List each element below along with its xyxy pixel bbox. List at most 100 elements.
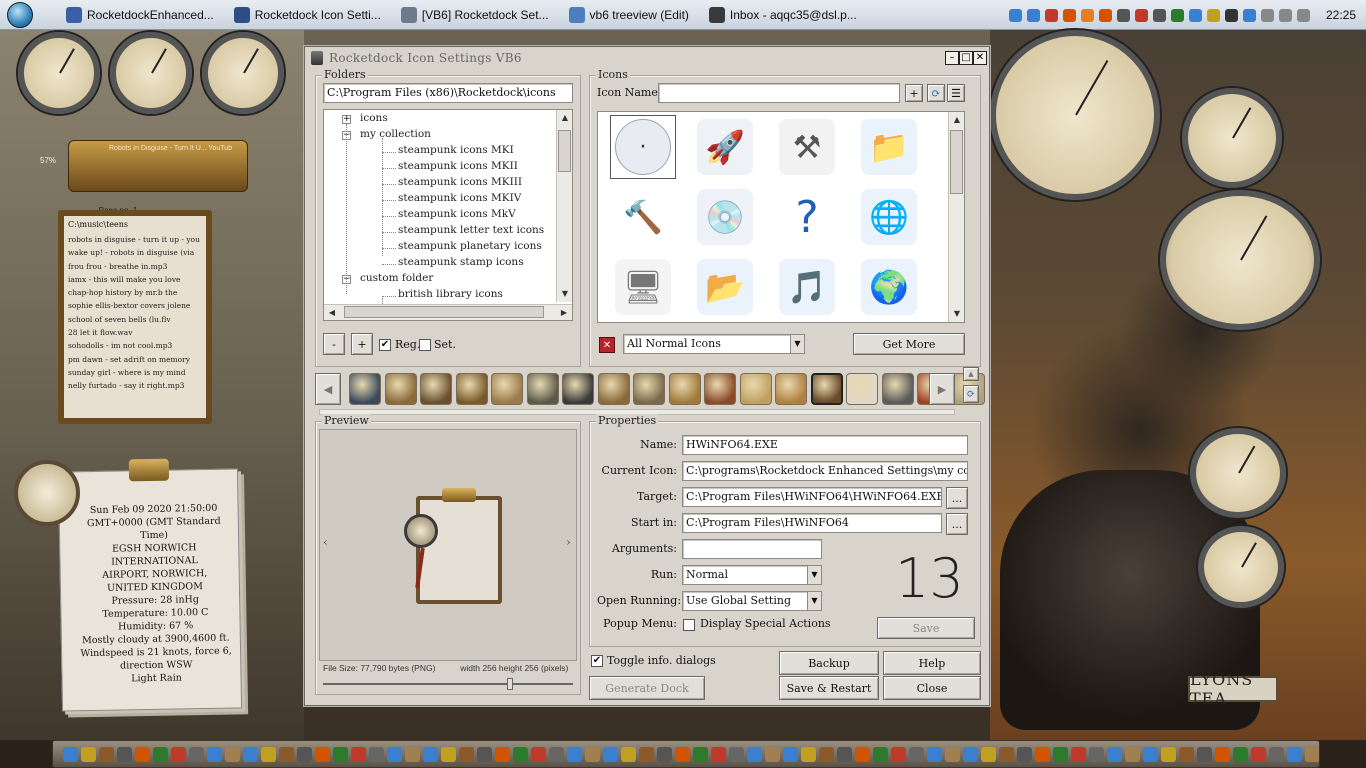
get-more-button[interactable]: Get More	[853, 333, 965, 355]
dock-app-icon[interactable]	[153, 746, 168, 762]
scroll-thumb[interactable]	[950, 130, 963, 194]
current-icon-field[interactable]: C:\programs\Rocketdock Enhanced Settings…	[682, 461, 968, 481]
arguments-field[interactable]	[682, 539, 822, 559]
dock-app-icon[interactable]	[225, 746, 240, 762]
dock-app-icon[interactable]	[1089, 746, 1104, 762]
preview-next-icon[interactable]: ›	[566, 535, 571, 549]
dock-app-icon[interactable]	[297, 746, 312, 762]
strip-thumbnail-icon[interactable]	[597, 373, 630, 405]
icon-grid-cell[interactable]: 📁	[856, 115, 922, 179]
tree-folder-item[interactable]: steampunk icons MKII	[398, 160, 518, 172]
dock-app-icon[interactable]	[1287, 746, 1302, 762]
dock-app-icon[interactable]	[1305, 746, 1319, 762]
strip-up-icon[interactable]: ▲	[963, 367, 979, 381]
tree-folder-item[interactable]: steampunk stamp icons	[398, 256, 524, 268]
add-icon-button[interactable]: +	[905, 84, 923, 102]
tray-icon[interactable]	[1224, 8, 1238, 22]
taskbar-task-button[interactable]: RocketdockEnhanced...	[60, 2, 220, 28]
dock-app-icon[interactable]	[441, 746, 456, 762]
dock-app-icon[interactable]	[945, 746, 960, 762]
strip-left-icon[interactable]: ◀	[315, 373, 341, 405]
preview-size-slider[interactable]	[323, 678, 573, 690]
strip-thumbnail-icon[interactable]	[846, 373, 878, 405]
icon-grid-cell[interactable]: ⚒	[774, 115, 840, 179]
taskbar-clock[interactable]: 22:25	[1326, 8, 1356, 22]
toggle-info-checkbox[interactable]: ✔	[591, 655, 603, 667]
dock-app-icon[interactable]	[603, 746, 618, 762]
dock-app-icon[interactable]	[909, 746, 924, 762]
close-button[interactable]: Close	[883, 676, 981, 700]
save-restart-button[interactable]: Save & Restart	[779, 676, 879, 700]
tree-folder-item[interactable]: steampunk icons MkV	[398, 208, 516, 220]
add-folder-button[interactable]: +	[351, 333, 373, 355]
dock-app-icon[interactable]	[63, 746, 78, 762]
dock-app-icon[interactable]	[873, 746, 888, 762]
browse-start-in-button[interactable]: ...	[946, 513, 968, 535]
tray-icon[interactable]	[1242, 8, 1256, 22]
tree-vertical-scrollbar[interactable]: ▲ ▼	[556, 110, 572, 302]
scroll-thumb[interactable]	[558, 130, 571, 172]
tree-horizontal-scrollbar[interactable]: ◀ ▶	[324, 304, 572, 320]
scroll-right-icon[interactable]: ▶	[556, 305, 572, 320]
media-player-volume[interactable]: 57%	[40, 156, 56, 165]
dock-app-icon[interactable]	[567, 746, 582, 762]
taskbar-task-button[interactable]: [VB6] Rocketdock Set...	[395, 2, 555, 28]
dock-app-icon[interactable]	[711, 746, 726, 762]
tray-icon[interactable]	[1062, 8, 1076, 22]
icon-grid-cell[interactable]: ·	[610, 115, 676, 179]
tree-folder-item[interactable]: steampunk icons MKIII	[398, 176, 522, 188]
icon-grid-cell[interactable]: 🎵	[774, 255, 840, 319]
tree-folder-item[interactable]: british library icons	[398, 288, 503, 300]
dock-app-icon[interactable]	[477, 746, 492, 762]
dock-app-icon[interactable]	[387, 746, 402, 762]
dock-app-icon[interactable]	[405, 746, 420, 762]
tree-expand-icon[interactable]: +	[342, 115, 351, 124]
dock-app-icon[interactable]	[1215, 746, 1230, 762]
strip-right-icon[interactable]: ▶	[929, 373, 955, 405]
refresh-icon[interactable]: ⟳	[927, 84, 945, 102]
tray-icon[interactable]	[1080, 8, 1094, 22]
scroll-down-icon[interactable]: ▼	[557, 286, 572, 302]
taskbar-task-button[interactable]: Inbox - aqqc35@dsl.p...	[703, 2, 863, 28]
strip-thumbnail-icon[interactable]	[491, 373, 523, 405]
dock-app-icon[interactable]	[855, 746, 870, 762]
tree-folder-item[interactable]: my collection	[360, 128, 431, 140]
folder-path-field[interactable]: C:\Program Files (x86)\Rocketdock\icons	[323, 83, 573, 103]
icon-grid-cell[interactable]: 🖥	[610, 255, 676, 319]
start-in-field[interactable]: C:\Program Files\HWiNFO64	[682, 513, 942, 533]
dock-app-icon[interactable]	[1179, 746, 1194, 762]
title-bar[interactable]: Rocketdock Icon Settings VB6 – □ ✕	[305, 47, 989, 69]
remove-folder-button[interactable]: -	[323, 333, 345, 355]
scroll-up-icon[interactable]: ▲	[949, 112, 964, 128]
chevron-down-icon[interactable]: ▼	[790, 335, 804, 353]
strip-refresh-icon[interactable]: ⟳	[963, 385, 979, 403]
dock-app-icon[interactable]	[423, 746, 438, 762]
dock-app-icon[interactable]	[1017, 746, 1032, 762]
list-view-icon[interactable]: ☰	[947, 84, 965, 102]
dock-app-icon[interactable]	[315, 746, 330, 762]
dock-app-icon[interactable]	[189, 746, 204, 762]
dock-app-icon[interactable]	[495, 746, 510, 762]
tree-folder-item[interactable]: steampunk letter text icons	[398, 224, 544, 236]
slider-thumb[interactable]	[507, 678, 513, 690]
dock-app-icon[interactable]	[999, 746, 1014, 762]
start-button[interactable]	[0, 0, 40, 30]
tray-icon[interactable]	[1116, 8, 1130, 22]
tray-icon[interactable]	[1296, 8, 1310, 22]
dock-app-icon[interactable]	[891, 746, 906, 762]
tray-icon[interactable]	[1170, 8, 1184, 22]
tree-folder-item[interactable]: custom folder	[360, 272, 433, 284]
grid-vertical-scrollbar[interactable]: ▲ ▼	[948, 112, 964, 322]
dock-app-icon[interactable]	[1053, 746, 1068, 762]
dock-app-icon[interactable]	[837, 746, 852, 762]
dock-app-icon[interactable]	[693, 746, 708, 762]
maximize-button[interactable]: □	[959, 51, 973, 65]
icon-grid-cell[interactable]: ?	[774, 185, 840, 249]
strip-thumbnail-icon[interactable]	[739, 373, 772, 405]
tree-folder-item[interactable]: icons	[360, 112, 388, 124]
icon-grid-cell[interactable]: 💿	[692, 185, 758, 249]
dock-app-icon[interactable]	[765, 746, 780, 762]
dock-app-icon[interactable]	[261, 746, 276, 762]
dock-app-icon[interactable]	[981, 746, 996, 762]
scroll-left-icon[interactable]: ◀	[324, 305, 340, 320]
